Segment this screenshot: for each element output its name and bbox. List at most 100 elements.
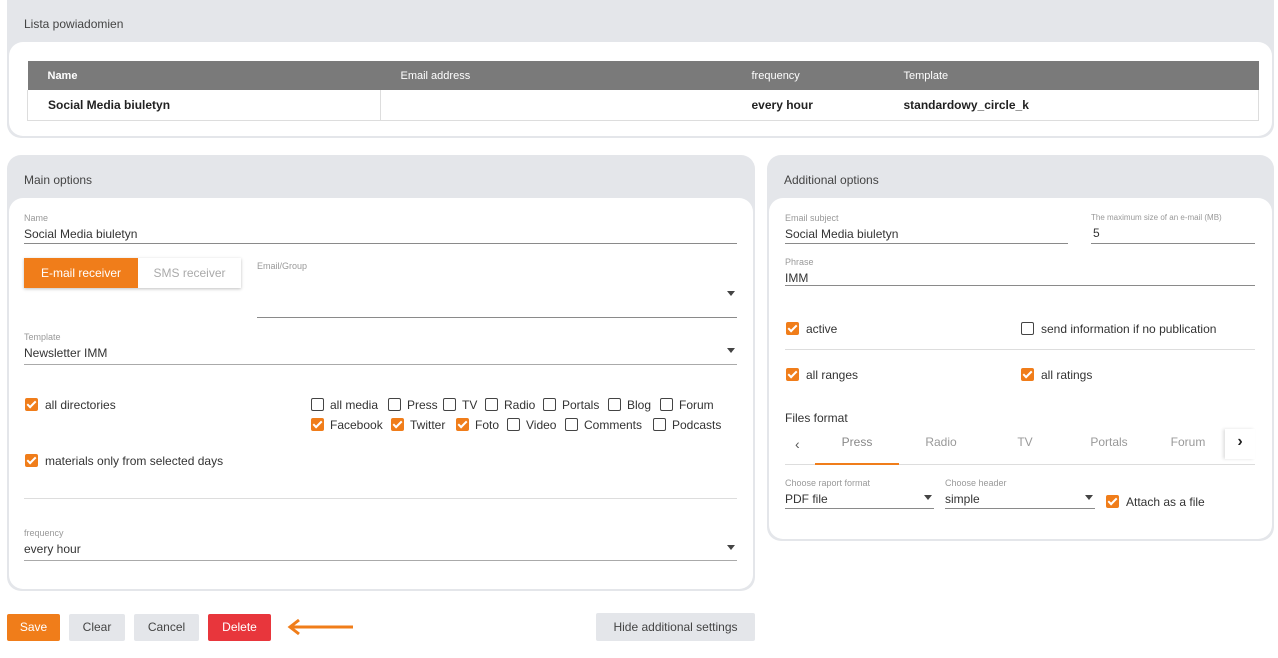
column-header-frequency: frequency — [731, 61, 884, 90]
all-directories-label: all directories — [45, 398, 116, 412]
cancel-button[interactable]: Cancel — [134, 614, 199, 641]
tv-checkbox[interactable] — [443, 398, 456, 411]
notifications-body: Name Email address frequency Template So… — [9, 42, 1272, 136]
name-label: Name — [24, 213, 49, 223]
email-receiver-tab[interactable]: E-mail receiver — [24, 258, 138, 288]
files-format-label: Files format — [785, 411, 848, 425]
portals-checkbox[interactable] — [543, 398, 556, 411]
main-options-title: Main options — [24, 173, 93, 187]
additional-options-body: Email subject Social Media biuletyn The … — [769, 198, 1272, 539]
chevron-down-icon[interactable] — [1085, 495, 1093, 500]
podcasts-checkbox[interactable] — [653, 418, 666, 431]
notifications-table: Name Email address frequency Template So… — [27, 61, 1259, 121]
sms-receiver-tab[interactable]: SMS receiver — [138, 258, 241, 288]
facebook-label: Facebook — [330, 418, 383, 432]
phrase-field[interactable]: Phrase IMM — [785, 257, 1255, 287]
chevron-left-icon[interactable]: ‹ — [795, 436, 800, 452]
format-tab-tv[interactable]: TV — [983, 429, 1067, 465]
format-tab-press[interactable]: Press — [815, 429, 899, 465]
report-format-value: PDF file — [785, 492, 828, 506]
divider — [785, 349, 1255, 350]
header-field[interactable]: Choose header simple — [945, 478, 1095, 510]
header-value: simple — [945, 492, 980, 506]
all-media-label: all media — [330, 398, 379, 412]
frequency-value: every hour — [24, 542, 81, 556]
forum-checkbox[interactable] — [660, 398, 673, 411]
radio-label: Radio — [504, 398, 536, 412]
additional-options-card: Additional options Email subject Social … — [767, 155, 1274, 541]
tv-label: TV — [462, 398, 478, 412]
all-ratings-label: all ratings — [1041, 368, 1093, 382]
chevron-down-icon[interactable] — [727, 291, 735, 296]
save-button[interactable]: Save — [7, 614, 60, 641]
email-subject-field[interactable]: Email subject Social Media biuletyn — [785, 213, 1068, 245]
facebook-checkbox[interactable] — [311, 418, 324, 431]
clear-button[interactable]: Clear — [69, 614, 125, 641]
active-checkbox[interactable] — [786, 322, 799, 335]
chevron-right-icon[interactable]: › — [1225, 429, 1255, 459]
email-subject-label: Email subject — [785, 213, 839, 223]
twitter-checkbox[interactable] — [391, 418, 404, 431]
divider — [24, 498, 737, 499]
notifications-title: Lista powiadomien — [24, 17, 124, 31]
report-format-label: Choose raport format — [785, 478, 871, 488]
arrow-left-icon — [287, 618, 353, 636]
column-header-template: Template — [883, 61, 1259, 90]
hide-additional-settings-button[interactable]: Hide additional settings — [596, 613, 755, 641]
video-label: Video — [526, 418, 557, 432]
all-ratings-checkbox[interactable] — [1021, 368, 1034, 381]
phrase-label: Phrase — [785, 257, 814, 267]
comments-checkbox[interactable] — [565, 418, 578, 431]
comments-label: Comments — [584, 418, 643, 432]
radio-checkbox[interactable] — [485, 398, 498, 411]
all-ranges-label: all ranges — [806, 368, 859, 382]
name-value: Social Media biuletyn — [24, 227, 138, 241]
no-publication-checkbox[interactable] — [1021, 322, 1034, 335]
chevron-down-icon[interactable] — [924, 495, 932, 500]
selected-days-label: materials only from selected days — [45, 454, 224, 468]
report-format-field[interactable]: Choose raport format PDF file — [785, 478, 934, 510]
chevron-down-icon[interactable] — [727, 348, 735, 353]
format-tab-forum[interactable]: Forum — [1151, 429, 1225, 465]
main-options-body: Name Social Media biuletyn E-mail receiv… — [9, 198, 753, 589]
template-value: Newsletter IMM — [24, 346, 108, 360]
table-header-row: Name Email address frequency Template — [27, 61, 1259, 90]
press-checkbox[interactable] — [388, 398, 401, 411]
column-header-name: Name — [27, 61, 381, 90]
cell-template: standardowy_circle_k — [883, 90, 1259, 121]
template-field[interactable]: Template Newsletter IMM — [24, 332, 737, 366]
notifications-card: Lista powiadomien Name Email address fre… — [7, 0, 1274, 138]
template-label: Template — [24, 332, 61, 342]
name-field[interactable]: Name Social Media biuletyn — [24, 213, 737, 245]
format-tab-portals[interactable]: Portals — [1067, 429, 1151, 465]
forum-label: Forum — [679, 398, 714, 412]
table-row[interactable]: Social Media biuletyn every hour standar… — [27, 90, 1259, 121]
portals-label: Portals — [562, 398, 600, 412]
active-label: active — [806, 322, 838, 336]
delete-button[interactable]: Delete — [208, 614, 271, 641]
frequency-field[interactable]: frequency every hour — [24, 528, 737, 562]
email-subject-value: Social Media biuletyn — [785, 227, 899, 241]
video-checkbox[interactable] — [507, 418, 520, 431]
foto-checkbox[interactable] — [456, 418, 469, 431]
foto-label: Foto — [475, 418, 500, 432]
twitter-label: Twitter — [410, 418, 446, 432]
format-tabs: ‹ Press Radio TV Portals Forum › — [785, 429, 1255, 465]
all-directories-checkbox[interactable] — [25, 398, 38, 411]
all-ranges-checkbox[interactable] — [786, 368, 799, 381]
no-publication-label: send information if no publication — [1041, 322, 1217, 336]
email-group-field[interactable]: Email/Group — [257, 261, 737, 319]
chevron-down-icon[interactable] — [727, 545, 735, 550]
format-tab-radio[interactable]: Radio — [899, 429, 983, 465]
column-header-email: Email address — [380, 61, 732, 90]
email-group-label: Email/Group — [257, 261, 308, 271]
attach-file-checkbox[interactable] — [1106, 495, 1119, 508]
header-label: Choose header — [945, 478, 1007, 488]
blog-checkbox[interactable] — [608, 398, 621, 411]
selected-days-checkbox[interactable] — [25, 454, 38, 467]
max-size-field[interactable]: The maximum size of an e-mail (MB) 5 — [1091, 213, 1255, 245]
cell-frequency: every hour — [731, 90, 884, 121]
main-options-card: Main options Name Social Media biuletyn … — [7, 155, 755, 591]
all-media-checkbox[interactable] — [311, 398, 324, 411]
podcasts-label: Podcasts — [672, 418, 722, 432]
